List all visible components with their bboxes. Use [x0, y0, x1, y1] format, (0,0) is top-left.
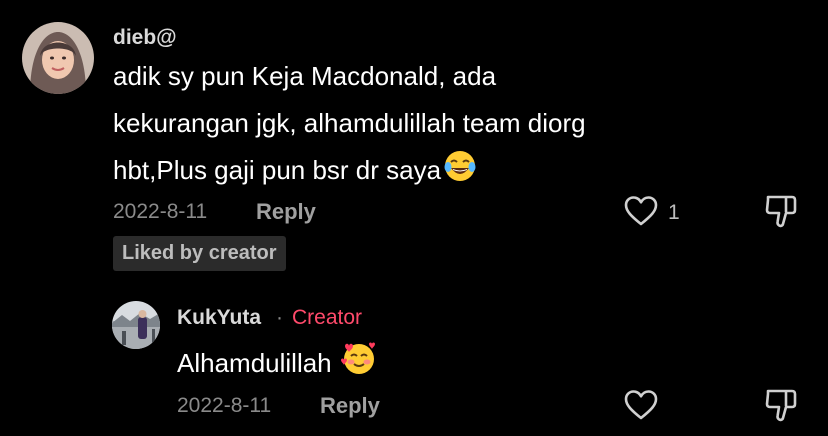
comment-username[interactable]: dieb@	[113, 26, 177, 50]
avatar-image	[112, 301, 160, 349]
like-button[interactable]	[623, 389, 659, 421]
reply-body: Alhamdulillah	[177, 340, 378, 387]
separator-dot: ·	[276, 306, 283, 329]
comment-line: adik sy pun Keja Macdonald, ada	[113, 61, 497, 91]
heart-icon	[624, 390, 658, 420]
smiling-face-with-hearts-icon	[340, 340, 378, 376]
liked-by-creator-badge: Liked by creator	[113, 236, 286, 271]
reply-avatar[interactable]	[112, 301, 160, 349]
heart-icon	[624, 196, 658, 226]
reply-button[interactable]: Reply	[256, 199, 316, 225]
avatar-image	[22, 22, 94, 94]
avatar[interactable]	[22, 22, 94, 94]
like-count: 1	[668, 201, 680, 224]
reply-text: Alhamdulillah	[177, 348, 332, 378]
like-button[interactable]	[623, 195, 659, 227]
dislike-button[interactable]	[763, 193, 799, 229]
reply-button[interactable]: Reply	[320, 393, 380, 419]
thumbs-down-icon	[765, 389, 797, 422]
reply-date: 2022-8-11	[177, 394, 272, 417]
face-with-tears-of-joy-icon	[443, 149, 477, 183]
comment-line: kekurangan jgk, alhamdulillah team diorg	[113, 108, 586, 138]
comment-line-text: hbt,Plus gaji pun bsr dr saya	[113, 155, 442, 185]
comment-date: 2022-8-11	[113, 200, 208, 223]
reply-username[interactable]: KukYuta	[177, 306, 261, 330]
dislike-button[interactable]	[763, 387, 799, 423]
comment-body: adik sy pun Keja Macdonald, ada kekurang…	[113, 53, 753, 194]
creator-label: Creator	[292, 306, 363, 329]
thumbs-down-icon	[765, 195, 797, 228]
comment-line-last: hbt,Plus gaji pun bsr dr saya	[113, 147, 753, 194]
